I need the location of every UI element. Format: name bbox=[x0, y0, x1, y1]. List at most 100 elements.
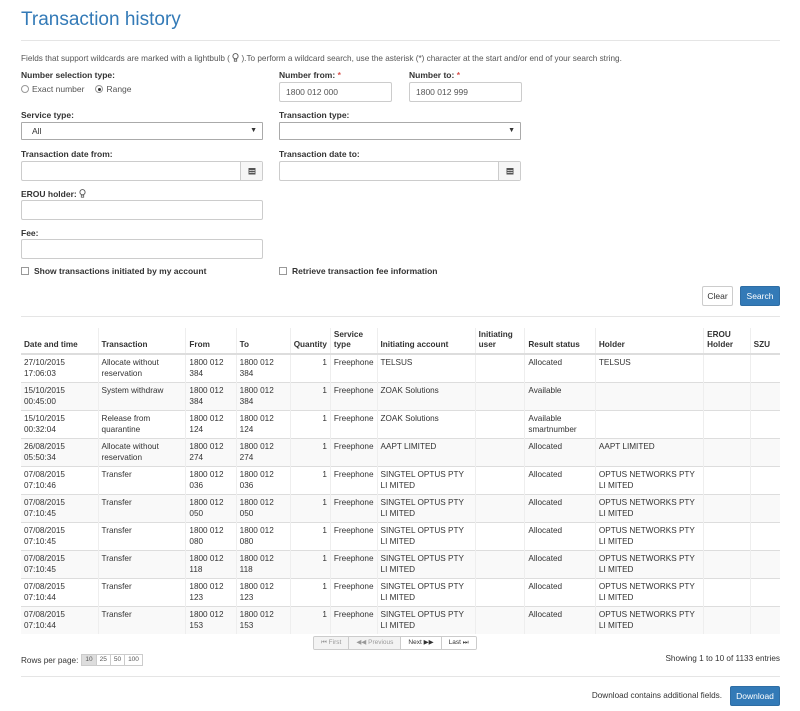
table-cell bbox=[474, 606, 525, 634]
table-row: 26/08/2015 05:50:34 Allocate without rese… bbox=[21, 438, 780, 467]
date-to-field[interactable] bbox=[279, 161, 521, 181]
table-row: 07/08/2015 07:10:45 Transfer 1800 012 118 1… bbox=[21, 550, 780, 579]
table-cell: 1 bbox=[289, 550, 331, 579]
clear-button[interactable]: Clear bbox=[702, 286, 733, 306]
column-header[interactable]: Date and time bbox=[21, 328, 99, 355]
range-radio[interactable] bbox=[95, 85, 104, 93]
rows-per-page-option[interactable]: 50 bbox=[110, 655, 126, 665]
first-page-button[interactable]: ⏮ First bbox=[314, 637, 350, 649]
exact-number-radio[interactable] bbox=[21, 85, 29, 93]
table-cell bbox=[703, 606, 751, 634]
table-row: 15/10/2015 00:32:04 Release from quaranti… bbox=[21, 410, 780, 439]
column-header[interactable]: Initiating user bbox=[474, 328, 525, 355]
column-header[interactable]: Quantity bbox=[289, 328, 331, 355]
table-cell bbox=[474, 382, 525, 411]
next-page-button[interactable]: Next ▶▶ bbox=[401, 637, 442, 649]
table-cell bbox=[474, 494, 525, 523]
table-cell bbox=[749, 550, 780, 579]
transaction-type-label: Transaction type: bbox=[279, 110, 350, 120]
transaction-table: Date and time Transaction From To Quanti… bbox=[21, 328, 780, 634]
table-cell: SINGTEL OPTUS PTY LI MITED bbox=[376, 494, 476, 523]
table-cell: Transfer bbox=[97, 522, 186, 551]
form-divider bbox=[21, 316, 780, 317]
table-header-row: Date and time Transaction From To Quanti… bbox=[21, 328, 780, 355]
table-cell: 1800 012 124 bbox=[185, 410, 237, 439]
date-from-calendar-button[interactable] bbox=[240, 162, 262, 180]
table-cell: OPTUS NETWORKS PTY LI MITED bbox=[594, 578, 704, 607]
table-cell: 1800 012 384 bbox=[235, 353, 291, 383]
table-cell bbox=[703, 550, 751, 579]
column-header[interactable]: SZU bbox=[749, 328, 780, 355]
table-cell: 26/08/2015 05:50:34 bbox=[21, 438, 99, 467]
table-cell: Allocate without reservation bbox=[97, 438, 186, 467]
column-header[interactable]: Result status bbox=[524, 328, 596, 355]
show-mine-checkbox[interactable] bbox=[21, 267, 29, 275]
table-cell: Freephone bbox=[329, 578, 378, 607]
table-cell: TELSUS bbox=[376, 353, 476, 383]
column-header[interactable]: To bbox=[235, 328, 291, 355]
column-header[interactable]: Service type bbox=[329, 328, 378, 355]
number-to-input[interactable] bbox=[409, 82, 522, 102]
column-header[interactable]: Holder bbox=[594, 328, 704, 355]
table-cell: SINGTEL OPTUS PTY LI MITED bbox=[376, 466, 476, 495]
page-title: Transaction history bbox=[21, 9, 181, 30]
table-cell bbox=[749, 438, 780, 467]
next-page-icon: ▶▶ bbox=[423, 639, 434, 646]
column-header[interactable]: From bbox=[185, 328, 237, 355]
rows-per-page-option[interactable]: 10 bbox=[82, 655, 97, 665]
table-row: 07/08/2015 07:10:44 Transfer 1800 012 153 1… bbox=[21, 606, 780, 634]
table-cell: Freephone bbox=[329, 382, 378, 411]
last-page-icon: ⏭ bbox=[462, 639, 469, 646]
service-type-select[interactable]: All ▼ bbox=[21, 122, 263, 140]
table-cell: 1800 012 384 bbox=[185, 382, 237, 411]
first-page-icon: ⏮ bbox=[321, 639, 327, 646]
table-cell: Allocated bbox=[524, 606, 596, 634]
table-row: 07/08/2015 07:10:44 Transfer 1800 012 123 1… bbox=[21, 578, 780, 607]
table-cell: ZOAK Solutions bbox=[376, 382, 476, 411]
table-row: 07/08/2015 07:10:45 Transfer 1800 012 050 1… bbox=[21, 494, 780, 523]
first-page-label: First bbox=[328, 639, 342, 646]
rows-per-page-option[interactable]: 100 bbox=[125, 655, 142, 665]
table-cell: 1 bbox=[289, 410, 331, 439]
table-cell: 07/08/2015 07:10:44 bbox=[21, 606, 99, 634]
download-button[interactable]: Download bbox=[730, 686, 780, 706]
rows-per-page-option[interactable]: 25 bbox=[96, 655, 111, 665]
table-cell: 1800 012 153 bbox=[185, 606, 237, 634]
table-cell: Allocated bbox=[524, 550, 596, 579]
transaction-type-select[interactable]: ▼ bbox=[279, 122, 521, 140]
table-cell: 07/08/2015 07:10:45 bbox=[21, 550, 99, 579]
table-cell: AAPT LIMITED bbox=[376, 438, 476, 467]
date-from-label: Transaction date from: bbox=[21, 149, 113, 159]
table-cell: 1 bbox=[289, 466, 331, 495]
show-mine-row: Show transactions initiated by my accoun… bbox=[21, 266, 206, 276]
search-button[interactable]: Search bbox=[740, 286, 780, 306]
table-cell bbox=[703, 466, 751, 495]
table-cell: OPTUS NETWORKS PTY LI MITED bbox=[594, 494, 704, 523]
date-from-field[interactable] bbox=[21, 161, 263, 181]
number-from-input[interactable] bbox=[279, 82, 392, 102]
table-cell bbox=[749, 382, 780, 411]
last-page-button[interactable]: Last ⏭ bbox=[441, 637, 476, 649]
table-cell: 1800 012 384 bbox=[235, 382, 291, 411]
fee-input[interactable] bbox=[21, 239, 263, 259]
column-header[interactable]: Transaction bbox=[97, 328, 186, 355]
retrieve-fee-checkbox[interactable] bbox=[279, 267, 287, 275]
table-cell bbox=[703, 578, 751, 607]
table-cell: 1800 012 123 bbox=[185, 578, 237, 607]
calendar-icon bbox=[506, 168, 513, 175]
table-cell: Freephone bbox=[329, 410, 378, 439]
column-header[interactable]: EROU Holder bbox=[703, 328, 751, 355]
column-header[interactable]: Initiating account bbox=[376, 328, 476, 355]
previous-page-button[interactable]: ◀◀ Previous bbox=[349, 637, 402, 649]
number-selection-group: Exact number Range bbox=[21, 84, 132, 94]
table-cell: OPTUS NETWORKS PTY LI MITED bbox=[594, 550, 704, 579]
table-cell: 07/08/2015 07:10:45 bbox=[21, 522, 99, 551]
table-cell bbox=[474, 578, 525, 607]
date-to-calendar-button[interactable] bbox=[498, 162, 520, 180]
table-cell bbox=[474, 550, 525, 579]
erou-holder-input[interactable] bbox=[21, 200, 263, 220]
table-cell: Allocated bbox=[524, 578, 596, 607]
transaction-history-page: Transaction history Fields that support … bbox=[0, 0, 800, 711]
range-label: Range bbox=[106, 84, 132, 94]
table-cell: 1 bbox=[289, 494, 331, 523]
